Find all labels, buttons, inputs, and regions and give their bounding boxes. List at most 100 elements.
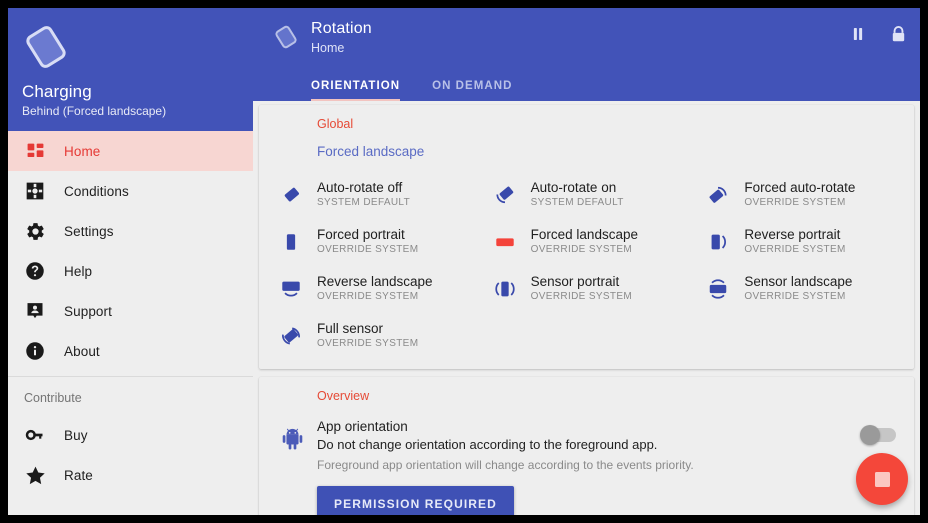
option-label: Reverse landscape (317, 274, 433, 289)
landscape-icon (493, 230, 517, 254)
sidebar-item-help[interactable]: Help (8, 251, 253, 291)
global-current-mode: Forced landscape (317, 144, 425, 159)
sensor-landscape-icon (706, 277, 730, 301)
global-card: Global Forced landscape Auto-rotate off … (259, 105, 914, 369)
overview-row-title: App orientation (317, 419, 408, 434)
key-icon (24, 424, 46, 446)
option-sublabel: OVERRIDE SYSTEM (744, 244, 846, 255)
permission-required-button[interactable]: PERMISSION REQUIRED (317, 486, 514, 515)
orientation-option-sensor-landscape[interactable]: Sensor landscape OVERRIDE SYSTEM (694, 265, 908, 312)
sidebar-item-settings[interactable]: Settings (8, 211, 253, 251)
full-sensor-icon (279, 324, 303, 348)
rotating-phone-icon (273, 24, 299, 50)
overview-card-title: Overview (317, 389, 370, 403)
overview-row-description: Do not change orientation according to t… (317, 437, 658, 452)
gear-icon (24, 220, 46, 242)
app-orientation-row: App orientation Do not change orientatio… (259, 416, 914, 515)
app-window: Charging Behind (Forced landscape) Home (8, 8, 920, 515)
tab-bar: ORIENTATION ON DEMAND (311, 80, 544, 101)
drawer-header: Charging Behind (Forced landscape) (8, 8, 253, 131)
option-label: Forced portrait (317, 227, 405, 242)
conditions-icon (24, 180, 46, 202)
option-label: Reverse portrait (744, 227, 841, 242)
tab-orientation[interactable]: ORIENTATION (311, 80, 416, 101)
portrait-icon (279, 230, 303, 254)
orientation-option-auto-rotate-off[interactable]: Auto-rotate off SYSTEM DEFAULT (267, 171, 481, 218)
sidebar-item-label: Conditions (64, 183, 129, 199)
breadcrumb: Home (311, 41, 345, 55)
overview-row-hint: Foreground app orientation will change a… (317, 458, 694, 472)
sidebar-item-label: Support (64, 303, 112, 319)
sidebar-item-conditions[interactable]: Conditions (8, 171, 253, 211)
android-icon (279, 426, 305, 452)
sidebar-item-home[interactable]: Home (8, 131, 253, 171)
appbar-actions (848, 24, 908, 44)
reverse-landscape-icon (279, 277, 303, 301)
option-label: Sensor landscape (744, 274, 853, 289)
pause-icon[interactable] (848, 24, 868, 44)
sensor-portrait-icon (493, 277, 517, 301)
overview-card: Overview App orientation Do not change o… (259, 377, 914, 515)
option-sublabel: OVERRIDE SYSTEM (317, 338, 419, 349)
dashboard-icon (24, 140, 46, 162)
stop-service-fab[interactable] (856, 453, 908, 505)
diamond-icon (279, 183, 303, 207)
rotating-phone-icon (21, 22, 71, 72)
orientation-option-full-sensor[interactable]: Full sensor OVERRIDE SYSTEM (267, 312, 481, 359)
orientation-option-forced-landscape[interactable]: Forced landscape OVERRIDE SYSTEM (481, 218, 695, 265)
app-bar: Rotation Home ORIENTATION ON DEMAND (253, 8, 920, 101)
content-area: Global Forced landscape Auto-rotate off … (253, 101, 920, 515)
option-sublabel: SYSTEM DEFAULT (317, 197, 411, 208)
sidebar-item-label: Rate (64, 467, 93, 483)
reverse-portrait-icon (706, 230, 730, 254)
navigation-drawer: Charging Behind (Forced landscape) Home (8, 8, 253, 515)
info-icon (24, 340, 46, 362)
support-icon (24, 300, 46, 322)
main-pane: Rotation Home ORIENTATION ON DEMAND Glob… (253, 8, 920, 515)
sidebar-item-buy[interactable]: Buy (8, 415, 253, 455)
drawer-title: Charging (22, 82, 92, 101)
option-label: Forced landscape (530, 227, 638, 242)
star-icon (24, 464, 46, 486)
option-label: Full sensor (317, 321, 384, 336)
orientation-option-sensor-portrait[interactable]: Sensor portrait OVERRIDE SYSTEM (481, 265, 695, 312)
orientation-option-auto-rotate-on[interactable]: Auto-rotate on SYSTEM DEFAULT (481, 171, 695, 218)
stop-icon (874, 471, 890, 487)
option-sublabel: OVERRIDE SYSTEM (530, 291, 633, 302)
sidebar-item-label: Settings (64, 223, 114, 239)
option-label: Forced auto-rotate (744, 180, 856, 195)
option-label: Auto-rotate off (317, 180, 403, 195)
orientation-option-reverse-portrait[interactable]: Reverse portrait OVERRIDE SYSTEM (694, 218, 908, 265)
orientation-option-forced-portrait[interactable]: Forced portrait OVERRIDE SYSTEM (267, 218, 481, 265)
orientation-option-forced-auto-rotate[interactable]: Forced auto-rotate OVERRIDE SYSTEM (694, 171, 908, 218)
sidebar-item-label: Help (64, 263, 93, 279)
option-sublabel: OVERRIDE SYSTEM (744, 197, 846, 208)
drawer-subtitle: Behind (Forced landscape) (22, 104, 167, 118)
sidebar-item-label: Buy (64, 427, 88, 443)
lock-icon[interactable] (888, 24, 908, 44)
global-card-title: Global (317, 117, 354, 131)
diamond-quarter-arc-icon (706, 183, 730, 207)
nav-section-contribute: Contribute (24, 391, 82, 405)
sidebar-item-rate[interactable]: Rate (8, 455, 253, 495)
option-sublabel: OVERRIDE SYSTEM (744, 291, 846, 302)
app-orientation-toggle[interactable] (860, 425, 896, 445)
sidebar-item-label: Home (64, 143, 101, 159)
option-sublabel: OVERRIDE SYSTEM (530, 244, 633, 255)
sidebar-item-about[interactable]: About (8, 331, 253, 371)
option-label: Auto-rotate on (530, 180, 617, 195)
toggle-knob (860, 425, 880, 445)
diamond-arc-icon (493, 183, 517, 207)
option-label: Sensor portrait (530, 274, 620, 289)
option-sublabel: OVERRIDE SYSTEM (317, 291, 419, 302)
orientation-grid: Auto-rotate off SYSTEM DEFAULT Auto-rota… (259, 171, 914, 359)
sidebar-item-label: About (64, 343, 100, 359)
sidebar-item-support[interactable]: Support (8, 291, 253, 331)
help-icon (24, 260, 46, 282)
tab-on-demand[interactable]: ON DEMAND (432, 80, 528, 101)
page-title: Rotation (311, 20, 372, 37)
orientation-option-reverse-landscape[interactable]: Reverse landscape OVERRIDE SYSTEM (267, 265, 481, 312)
option-sublabel: SYSTEM DEFAULT (530, 197, 624, 208)
drawer-nav: Home Conditions Settings Help Support Ab… (8, 131, 253, 515)
option-sublabel: OVERRIDE SYSTEM (317, 244, 419, 255)
